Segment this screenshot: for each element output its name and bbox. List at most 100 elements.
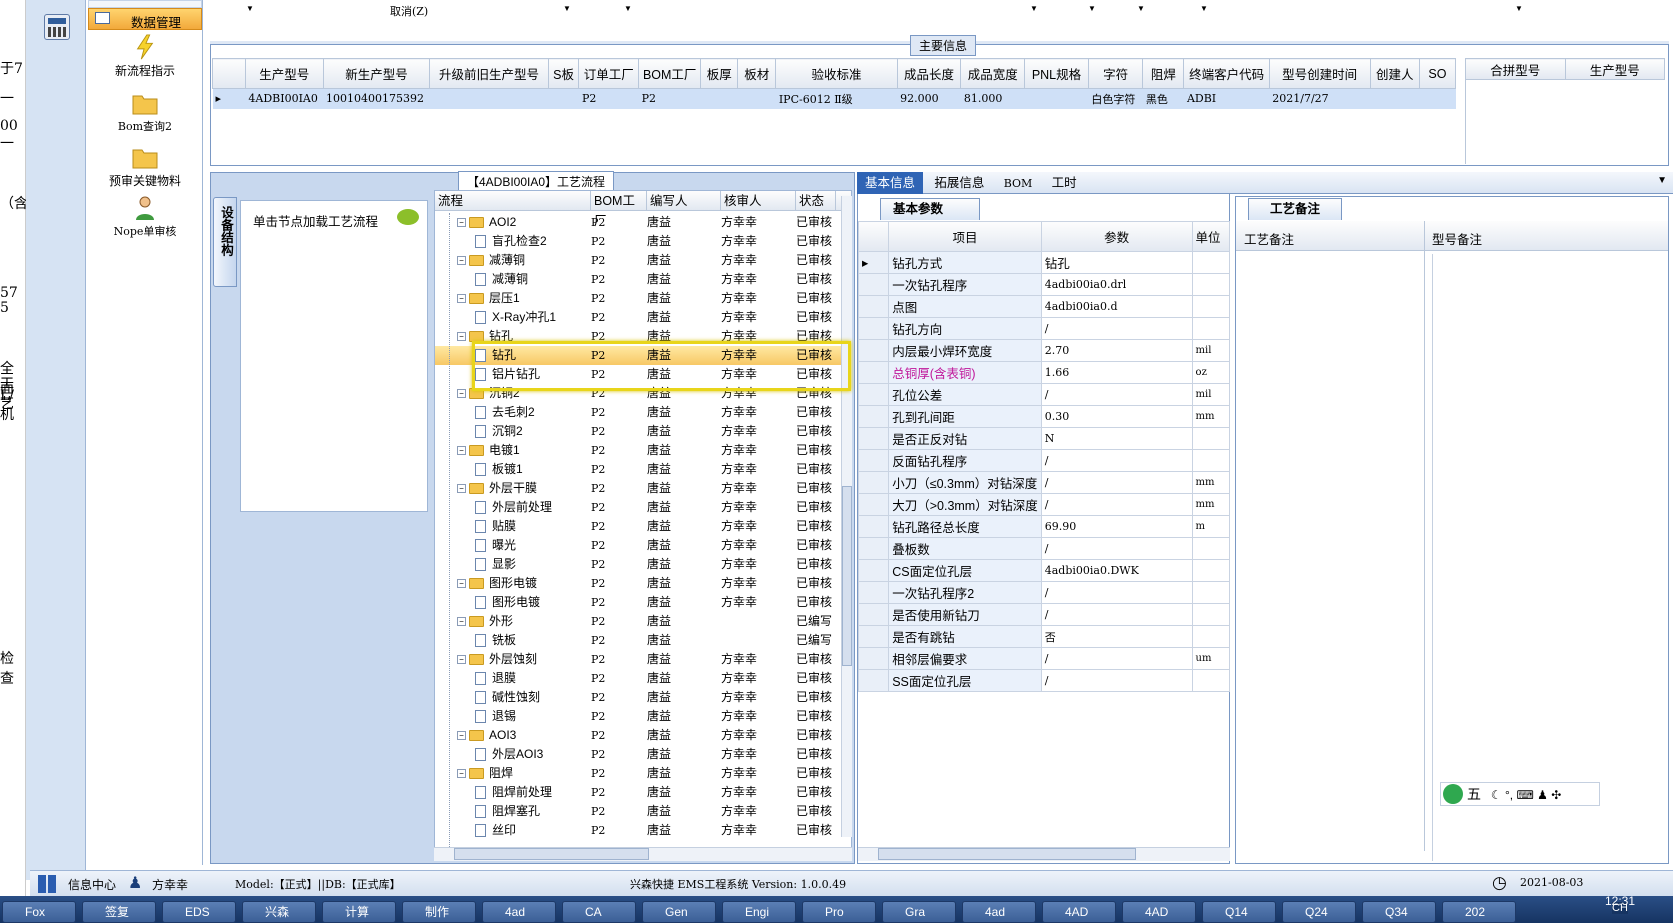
merge-model-header[interactable]: 合拼型号 bbox=[1465, 58, 1566, 80]
param-value[interactable]: 1.66 bbox=[1040, 361, 1193, 384]
col-bom[interactable]: BOM工厂 bbox=[591, 191, 647, 228]
param-row[interactable]: 小刀（≤0.3mm）对钻深度 / mm bbox=[857, 471, 1231, 494]
taskbar-app[interactable]: Pro bbox=[802, 901, 876, 923]
ime-tools-icon[interactable]: ☾ °, ⌨ ♟ ✣ bbox=[1491, 788, 1561, 802]
param-row[interactable]: 点图 4adbi00ia0.d bbox=[857, 295, 1231, 318]
param-row[interactable]: CS面定位孔层 4adbi00ia0.DWK bbox=[857, 559, 1231, 582]
collapse-icon[interactable]: − bbox=[457, 617, 466, 627]
param-value[interactable]: 0.30 bbox=[1040, 405, 1193, 428]
params-hscrollbar[interactable] bbox=[858, 847, 1230, 861]
tab-extended-info[interactable]: 拓展信息 bbox=[926, 172, 992, 194]
main-col-8[interactable]: 验收标准 bbox=[775, 58, 898, 89]
tree-row[interactable]: 外层AOI3 P2 唐益 方幸幸 已审核 bbox=[435, 745, 851, 764]
param-row[interactable]: 孔位公差 / mil bbox=[857, 383, 1231, 406]
system-clock[interactable]: 12:31 bbox=[1605, 894, 1635, 908]
col-item[interactable]: 项目 bbox=[888, 221, 1042, 252]
taskbar-app[interactable]: 4AD bbox=[1122, 901, 1196, 923]
tree-row[interactable]: 盲孔检查2 P2 唐益 方幸幸 已审核 bbox=[435, 232, 851, 251]
tab-work-hours[interactable]: 工时 bbox=[1044, 172, 1085, 194]
tree-row[interactable]: 阻焊前处理 P2 唐益 方幸幸 已审核 bbox=[435, 783, 851, 802]
taskbar-app[interactable]: 兴森 bbox=[242, 901, 316, 923]
tab-basic-info[interactable]: 基本信息 bbox=[857, 172, 924, 194]
param-value[interactable]: / bbox=[1040, 537, 1193, 560]
cancel-button[interactable]: 取消(Z) bbox=[390, 3, 428, 19]
param-row[interactable]: 孔到孔间距 0.30 mm bbox=[857, 405, 1231, 428]
param-row[interactable]: 内层最小焊环宽度 2.70 mil bbox=[857, 339, 1231, 362]
main-col-1[interactable]: 新生产型号 bbox=[322, 58, 431, 89]
param-row[interactable]: SS面定位孔层 / bbox=[857, 669, 1231, 692]
main-col-4[interactable]: 订单工厂 bbox=[578, 58, 640, 89]
param-value[interactable]: 4adbi00ia0.drl bbox=[1040, 273, 1193, 296]
chevron-down-icon[interactable]: ▼ bbox=[1200, 4, 1208, 13]
param-value[interactable]: 钻孔 bbox=[1040, 251, 1193, 274]
scroll-thumb[interactable] bbox=[878, 848, 1136, 860]
nav-item-data-management[interactable]: 数据管理 bbox=[88, 8, 202, 30]
main-cell-0[interactable]: 4ADBI00IA0 bbox=[245, 89, 323, 109]
tree-row[interactable]: X-Ray冲孔1 P2 唐益 方幸幸 已审核 bbox=[435, 308, 851, 327]
collapse-icon[interactable]: − bbox=[457, 218, 466, 228]
param-row[interactable]: 钻孔路径总长度 69.90 m bbox=[857, 515, 1231, 538]
nav-item-bom-query[interactable]: Bom查询2 bbox=[88, 90, 202, 134]
nav-item-prev[interactable] bbox=[88, 0, 202, 8]
col-param[interactable]: 参数 bbox=[1040, 221, 1193, 252]
tree-row[interactable]: − 减薄铜 P2 唐益 方幸幸 已审核 bbox=[435, 251, 851, 270]
main-cell-4[interactable]: P2 bbox=[579, 89, 639, 109]
tab-process-remarks[interactable]: 工艺备注 bbox=[1248, 198, 1342, 220]
col-model-remarks[interactable]: 型号备注 bbox=[1432, 229, 1482, 248]
tree-row[interactable]: − 层压1 P2 唐益 方幸幸 已审核 bbox=[435, 289, 851, 308]
main-col-9[interactable]: 成品长度 bbox=[896, 58, 962, 89]
tree-row[interactable]: − 电镀1 P2 唐益 方幸幸 已审核 bbox=[435, 441, 851, 460]
taskbar-app[interactable]: 计算 bbox=[322, 901, 396, 923]
main-cell-10[interactable]: 81.000 bbox=[961, 89, 1025, 109]
collapse-icon[interactable]: − bbox=[457, 769, 466, 779]
collapse-icon[interactable]: − bbox=[457, 389, 466, 399]
main-cell-11[interactable] bbox=[1025, 89, 1089, 109]
tree-row[interactable]: 图形电镀 P2 唐益 方幸幸 已审核 bbox=[435, 593, 851, 612]
param-value[interactable]: N bbox=[1040, 427, 1193, 450]
col-writer[interactable]: 编写人 bbox=[647, 191, 721, 210]
chevron-down-icon[interactable]: ▼ bbox=[1088, 4, 1096, 13]
tree-row[interactable]: − 阻焊 P2 唐益 方幸幸 已审核 bbox=[435, 764, 851, 783]
tab-basic-params[interactable]: 基本参数 bbox=[880, 198, 980, 220]
tree-row[interactable]: 曝光 P2 唐益 方幸幸 已审核 bbox=[435, 536, 851, 555]
tree-row[interactable]: 贴膜 P2 唐益 方幸幸 已审核 bbox=[435, 517, 851, 536]
tree-row[interactable]: − AOI2 P2 唐益 方幸幸 已审核 bbox=[435, 213, 851, 232]
main-cell-5[interactable]: P2 bbox=[639, 89, 701, 109]
chevron-down-icon[interactable]: ▼ bbox=[1137, 4, 1145, 13]
tree-row[interactable]: 铣板 P2 唐益 已编写 bbox=[435, 631, 851, 650]
main-cell-6[interactable] bbox=[701, 89, 738, 109]
chevron-down-icon[interactable]: ▼ bbox=[1030, 4, 1038, 13]
collapse-icon[interactable]: − bbox=[457, 579, 466, 589]
param-value[interactable]: 69.90 bbox=[1040, 515, 1193, 538]
main-col-10[interactable]: 成品宽度 bbox=[960, 58, 1026, 89]
tree-row[interactable]: 阻焊塞孔 P2 唐益 方幸幸 已审核 bbox=[435, 802, 851, 821]
tree-row[interactable]: 显影 P2 唐益 方幸幸 已审核 bbox=[435, 555, 851, 574]
col-unit[interactable]: 单位 bbox=[1191, 221, 1231, 252]
taskbar-app[interactable]: 制作 bbox=[402, 901, 476, 923]
taskbar-app[interactable]: Gen bbox=[642, 901, 716, 923]
main-col-12[interactable]: 字符 bbox=[1087, 58, 1144, 89]
main-col-0[interactable]: 生产型号 bbox=[244, 58, 324, 89]
main-cell-15[interactable]: 2021/7/27 bbox=[1269, 89, 1370, 109]
tree-row[interactable]: − 外层蚀刻 P2 唐益 方幸幸 已审核 bbox=[435, 650, 851, 669]
collapse-icon[interactable]: − bbox=[457, 294, 466, 304]
chevron-down-icon[interactable]: ▼ bbox=[246, 4, 254, 13]
param-row[interactable]: 一次钻孔程序2/ bbox=[857, 581, 1231, 604]
param-row[interactable]: 钻孔方向 / bbox=[857, 317, 1231, 340]
collapse-icon[interactable]: − bbox=[457, 332, 466, 342]
main-col-11[interactable]: PNL规格 bbox=[1024, 58, 1089, 89]
col-checker[interactable]: 核审人 bbox=[721, 191, 796, 210]
param-value[interactable]: / bbox=[1040, 581, 1193, 604]
taskbar-app[interactable]: CA bbox=[562, 901, 636, 923]
col-status[interactable]: 状态 bbox=[796, 191, 836, 210]
taskbar-app[interactable]: EDS bbox=[162, 901, 236, 923]
tree-row[interactable]: 板镀1 P2 唐益 方幸幸 已审核 bbox=[435, 460, 851, 479]
tree-row[interactable]: − 外形 P2 唐益 已编写 bbox=[435, 612, 851, 631]
tree-row[interactable]: − 图形电镀 P2 唐益 方幸幸 已审核 bbox=[435, 574, 851, 593]
collapse-icon[interactable]: − bbox=[457, 484, 466, 494]
taskbar-app[interactable]: 4ad bbox=[482, 901, 556, 923]
main-cell-3[interactable] bbox=[548, 89, 579, 109]
nav-item-pre-review[interactable]: 预审关键物料 bbox=[88, 144, 202, 189]
main-cell-17[interactable] bbox=[1419, 89, 1455, 109]
scroll-thumb[interactable] bbox=[842, 486, 852, 666]
